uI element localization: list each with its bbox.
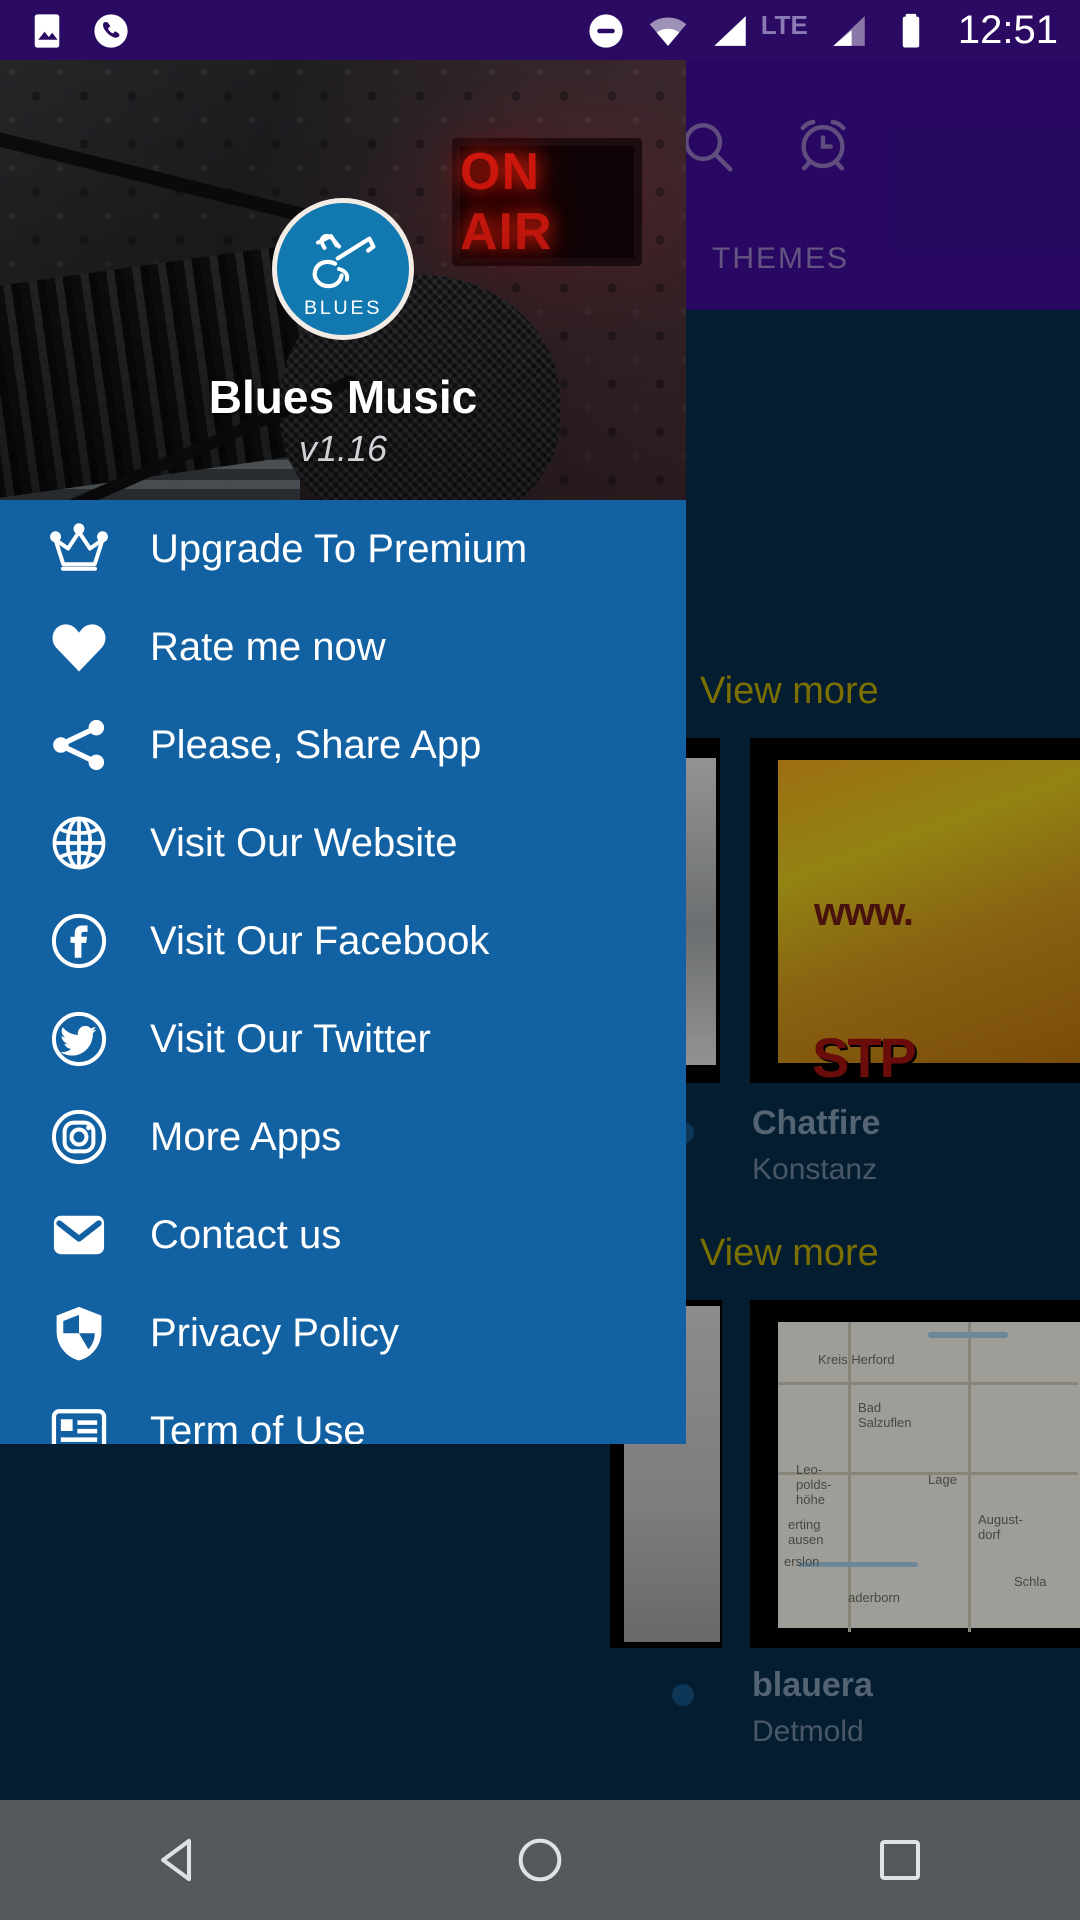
envelope-icon: [40, 1201, 118, 1269]
menu-item-visit-our-website[interactable]: Visit Our Website: [0, 794, 686, 892]
menu-item-visit-our-twitter[interactable]: Visit Our Twitter: [0, 990, 686, 1088]
menu-item-term-of-use[interactable]: Term of Use: [0, 1382, 686, 1444]
recents-square-icon: [873, 1833, 927, 1887]
list-icon: [40, 1397, 118, 1444]
globe-icon: [40, 809, 118, 877]
recents-button[interactable]: [840, 1800, 960, 1920]
menu-item-rate-me-now[interactable]: Rate me now: [0, 598, 686, 696]
battery-icon: [890, 10, 932, 52]
shield-icon: [40, 1299, 118, 1367]
image-icon: [26, 10, 68, 52]
menu-item-label: Rate me now: [150, 624, 386, 669]
crown-icon: [40, 515, 118, 583]
app-title: Blues Music: [208, 371, 478, 423]
phone-call-icon: [90, 10, 132, 52]
app-logo: BLUES: [272, 198, 414, 340]
android-navigation-bar: [0, 1800, 1080, 1920]
status-bar-notifications: [26, 10, 132, 52]
status-bar-clock: 12:51: [957, 8, 1058, 52]
app-version: v1.16: [298, 428, 388, 469]
home-circle-icon: [513, 1833, 567, 1887]
heart-icon: [40, 613, 118, 681]
menu-item-label: Please, Share App: [150, 722, 482, 767]
drawer-header: ON AIR BLUES Blues Music v1.16: [0, 60, 686, 500]
drawer-menu: Upgrade To Premium Rate me now Please, S…: [0, 500, 686, 1444]
do-not-disturb-icon: [585, 10, 627, 52]
signal-icon: [709, 10, 751, 52]
facebook-icon: [40, 907, 118, 975]
menu-item-label: Visit Our Website: [150, 820, 458, 865]
menu-item-please-share-app[interactable]: Please, Share App: [0, 696, 686, 794]
back-triangle-icon: [153, 1833, 207, 1887]
menu-item-label: Privacy Policy: [150, 1310, 399, 1355]
menu-item-privacy-policy[interactable]: Privacy Policy: [0, 1284, 686, 1382]
status-bar-system-icons: LTE 12:51: [585, 8, 1058, 53]
menu-item-label: More Apps: [150, 1114, 342, 1159]
menu-item-contact-us[interactable]: Contact us: [0, 1186, 686, 1284]
share-icon: [40, 711, 118, 779]
menu-item-more-apps[interactable]: More Apps: [0, 1088, 686, 1186]
home-button[interactable]: [480, 1800, 600, 1920]
network-type-label: LTE: [760, 10, 808, 40]
menu-item-visit-our-facebook[interactable]: Visit Our Facebook: [0, 892, 686, 990]
menu-item-label: Upgrade To Premium: [150, 526, 528, 571]
signal-icon-2: [828, 10, 870, 52]
back-button[interactable]: [120, 1800, 240, 1920]
menu-item-label: Visit Our Twitter: [150, 1016, 431, 1061]
menu-item-label: Contact us: [150, 1212, 342, 1257]
navigation-drawer: ON AIR BLUES Blues Music v1.16: [0, 60, 686, 1444]
twitter-icon: [40, 1005, 118, 1073]
menu-item-upgrade-to-premium[interactable]: Upgrade To Premium: [0, 500, 686, 598]
menu-item-label: Term of Use: [150, 1408, 366, 1445]
menu-item-label: Visit Our Facebook: [150, 918, 490, 963]
instagram-icon: [40, 1103, 118, 1171]
svg-text:BLUES: BLUES: [304, 297, 382, 319]
status-bar: LTE 12:51: [0, 0, 1080, 60]
wifi-icon: [647, 10, 689, 52]
